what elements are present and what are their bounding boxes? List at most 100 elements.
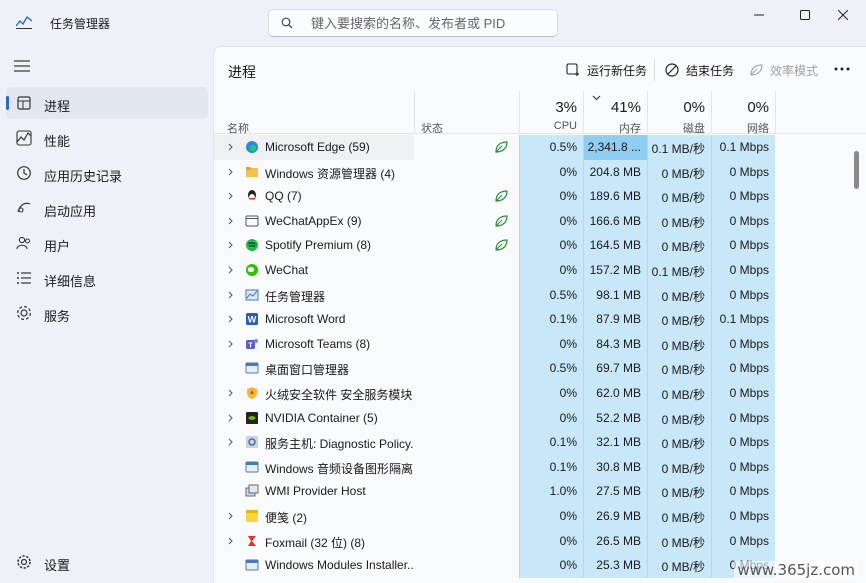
table-row[interactable]: WMI Provider Host 1.0% 27.5 MB 0 MB/秒 0 Mbps [214, 479, 866, 504]
sidebar-item-services[interactable]: 服务 [6, 297, 208, 329]
table-row[interactable]: 便笺 (2) 0% 26.9 MB 0 MB/秒 0 Mbps [214, 504, 866, 529]
chevron-right-icon[interactable] [228, 414, 233, 422]
process-name: NVIDIA Container (5) [265, 410, 378, 425]
table-row[interactable]: 桌面窗口管理器 0.5% 69.7 MB 0 MB/秒 0 Mbps [214, 356, 866, 381]
search-input[interactable] [311, 15, 551, 31]
table-row[interactable]: Microsoft Edge (59) 0.5% 2,341.8 ... 0.1 MB… [214, 135, 866, 160]
processes-panel: 进程 运行新任务 结束任务 效率模式 名称 状态 3% CPU 41% 内存 0… [213, 46, 866, 583]
cpu-cell: 0.1% [519, 307, 583, 332]
sidebar-item-label: 进程 [44, 99, 71, 114]
chevron-right-icon[interactable] [228, 315, 233, 323]
process-name-cell: W Microsoft Word [214, 307, 414, 332]
run-new-task-button[interactable]: 运行新任务 [566, 60, 647, 80]
cpu-cell: 0.5% [519, 356, 583, 381]
sidebar-item-users[interactable]: 用户 [6, 227, 208, 259]
disk-cell: 0 MB/秒 [647, 430, 711, 455]
folder-icon [246, 166, 258, 177]
network-cell: 0 Mbps [711, 430, 775, 455]
cpu-cell: 0% [519, 381, 583, 406]
chevron-right-icon[interactable] [228, 192, 233, 200]
table-row[interactable]: Windows 资源管理器 (4) 0% 204.8 MB 0 MB/秒 0 Mbps [214, 159, 866, 185]
column-header-name[interactable]: 名称 [227, 120, 249, 136]
table-row[interactable]: W Microsoft Word 0.1% 87.9 MB 0 MB/秒 0.1 Mbps [214, 307, 866, 332]
cpu-cell: 0% [519, 233, 583, 258]
chevron-right-icon[interactable] [228, 241, 233, 249]
svg-text:W: W [248, 315, 257, 325]
chevron-right-icon[interactable] [228, 266, 233, 274]
sidebar-item-performance[interactable]: 性能 [6, 122, 208, 154]
table-row[interactable]: 任务管理器 0.5% 98.1 MB 0 MB/秒 0 Mbps [214, 282, 866, 308]
table-row[interactable]: WeChatAppEx (9) 0% 166.6 MB 0 MB/秒 0 Mbps [214, 208, 866, 234]
close-button[interactable] [820, 0, 866, 30]
search-box[interactable] [268, 9, 558, 37]
taskmgr-icon [245, 289, 259, 301]
column-header-disk[interactable]: 0% 磁盘 [647, 91, 711, 135]
network-cell: 0 Mbps [711, 454, 775, 480]
chevron-right-icon[interactable] [228, 512, 233, 520]
table-row[interactable]: WeChat 0% 157.2 MB 0.1 MB/秒 0 Mbps [214, 258, 866, 283]
svg-text:T: T [248, 342, 253, 349]
memory-cell: 32.1 MB [583, 430, 647, 455]
process-name: Windows 音频设备图形隔离 [265, 461, 413, 476]
status-cell [414, 283, 519, 308]
cpu-cell: 0% [519, 553, 583, 578]
disk-cell: 0 MB/秒 [647, 331, 711, 357]
sidebar-item-label: 启动应用 [44, 204, 97, 219]
process-name: Microsoft Teams (8) [265, 336, 371, 351]
chevron-right-icon[interactable] [228, 143, 233, 151]
sidebar-item-startup[interactable]: 启动应用 [6, 192, 208, 224]
memory-cell: 204.8 MB [583, 159, 647, 185]
processes-icon [17, 96, 31, 110]
status-cell [414, 258, 519, 283]
process-name: Windows Modules Installer... [265, 558, 413, 573]
table-row[interactable]: 服务主机: Diagnostic Policy... 0.1% 32.1 MB 0 M… [214, 430, 866, 455]
table-row[interactable]: QQ (7) 0% 189.6 MB 0 MB/秒 0 Mbps [214, 184, 866, 209]
cpu-cell: 0% [519, 405, 583, 431]
end-task-button[interactable]: 结束任务 [665, 60, 734, 80]
table-row[interactable]: Foxmail (32 位) (8) 0% 26.5 MB 0 MB/秒 0 Mbps [214, 528, 866, 554]
memory-cell: 62.0 MB [583, 381, 647, 406]
qq-icon [248, 190, 256, 201]
more-options-icon[interactable] [834, 67, 850, 71]
network-cell: 0 Mbps [711, 381, 775, 406]
dwm-icon [245, 461, 259, 473]
scrollbar-thumb[interactable] [854, 151, 859, 189]
column-header-spacer [775, 91, 866, 134]
efficiency-mode-button[interactable]: 效率模式 [749, 60, 818, 80]
column-header-network[interactable]: 0% 网络 [711, 91, 775, 135]
chevron-right-icon[interactable] [228, 389, 233, 397]
hamburger-menu-icon[interactable] [14, 60, 30, 72]
chevron-right-icon[interactable] [228, 217, 233, 225]
status-cell [414, 209, 519, 234]
chevron-right-icon[interactable] [228, 291, 233, 299]
table-row[interactable]: 火绒安全软件 安全服务模块 (... 0%62.0 MB0 MB/秒0 Mbps [214, 381, 866, 406]
disk-cell: 0 MB/秒 [647, 405, 711, 431]
status-cell [414, 529, 519, 554]
efficiency-leaf-icon [495, 141, 508, 153]
process-name-cell: Foxmail (32 位) (8) [214, 529, 414, 554]
memory-cell: 30.8 MB [583, 454, 647, 480]
chevron-right-icon[interactable] [228, 438, 233, 446]
sidebar-item-details[interactable]: 详细信息 [6, 262, 208, 294]
table-row[interactable]: T Microsoft Teams (8) 0% 84.3 MB 0 MB/秒 0 Mbp… [214, 331, 866, 357]
table-row[interactable]: Spotify Premium (8) 0% 164.5 MB 0 MB/秒 0 Mbp… [214, 233, 866, 258]
chevron-right-icon[interactable] [228, 340, 233, 348]
column-header-memory[interactable]: 41% 内存 [583, 91, 647, 135]
sidebar-item-history[interactable]: 应用历史记录 [6, 157, 208, 189]
efficiency-leaf-icon [495, 215, 508, 227]
column-header-cpu[interactable]: 3% CPU [519, 91, 583, 134]
cpu-cell: 0% [519, 159, 583, 185]
minimize-button[interactable] [736, 0, 782, 30]
table-row[interactable]: NVIDIA Container (5) 0% 52.2 MB 0 MB/秒 0 Mbp… [214, 405, 866, 431]
sticky-notes-icon [246, 510, 258, 522]
table-row[interactable]: Windows 音频设备图形隔离 0.1% 30.8 MB 0 MB/秒 0 Mbps [214, 454, 866, 480]
maximize-icon [800, 10, 810, 20]
cpu-cell: 0.1% [519, 454, 583, 480]
disk-cell: 0 MB/秒 [647, 208, 711, 234]
process-name: Foxmail (32 位) (8) [265, 535, 366, 550]
chevron-right-icon[interactable] [228, 168, 233, 176]
column-header-status[interactable]: 状态 [414, 91, 519, 135]
sidebar-item-settings[interactable]: 设置 [6, 546, 208, 578]
chevron-right-icon[interactable] [228, 537, 233, 545]
sidebar-item-processes[interactable]: 进程 [6, 87, 208, 119]
